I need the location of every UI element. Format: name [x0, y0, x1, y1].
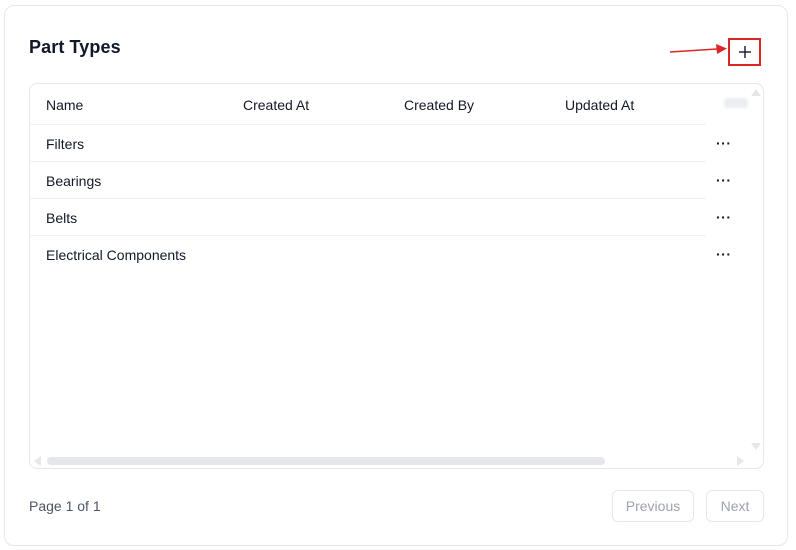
column-header-actions-placeholder	[724, 98, 748, 108]
row-name: Filters	[46, 136, 85, 152]
table-row[interactable]: Filters	[30, 125, 706, 162]
part-types-table: Name Created At Created By Updated At Fi…	[29, 83, 764, 469]
previous-button[interactable]: Previous	[612, 490, 694, 522]
add-part-type-button[interactable]	[728, 38, 761, 66]
column-header-name[interactable]: Name	[46, 97, 83, 113]
more-horizontal-icon[interactable]: ···	[716, 210, 732, 224]
row-name: Belts	[46, 210, 78, 226]
column-header-created-by[interactable]: Created By	[404, 97, 474, 113]
scroll-down-arrow-icon[interactable]	[751, 443, 761, 450]
more-horizontal-icon[interactable]: ···	[716, 136, 732, 150]
table-row[interactable]: Belts	[30, 199, 706, 236]
part-types-card: Part Types Name Created At Created By Up…	[4, 5, 788, 546]
scroll-left-arrow-icon[interactable]	[34, 456, 41, 466]
next-button[interactable]: Next	[706, 490, 764, 522]
annotation-arrow-icon	[669, 44, 727, 54]
page-title: Part Types	[29, 37, 121, 57]
table-row[interactable]: Electrical Components	[30, 236, 706, 273]
scroll-right-arrow-icon[interactable]	[737, 456, 744, 466]
page-info: Page 1 of 1	[29, 498, 101, 514]
scroll-up-arrow-icon[interactable]	[751, 89, 761, 96]
table-header: Name Created At Created By Updated At	[30, 84, 706, 125]
more-horizontal-icon[interactable]: ···	[716, 247, 732, 261]
column-header-created-at[interactable]: Created At	[243, 97, 309, 113]
plus-icon	[738, 46, 751, 58]
row-name: Electrical Components	[46, 247, 187, 263]
column-header-updated-at[interactable]: Updated At	[565, 97, 634, 113]
table-row[interactable]: Bearings	[30, 162, 706, 199]
row-name: Bearings	[46, 173, 102, 189]
more-horizontal-icon[interactable]: ···	[716, 173, 732, 187]
horizontal-scrollbar-thumb[interactable]	[47, 457, 605, 465]
